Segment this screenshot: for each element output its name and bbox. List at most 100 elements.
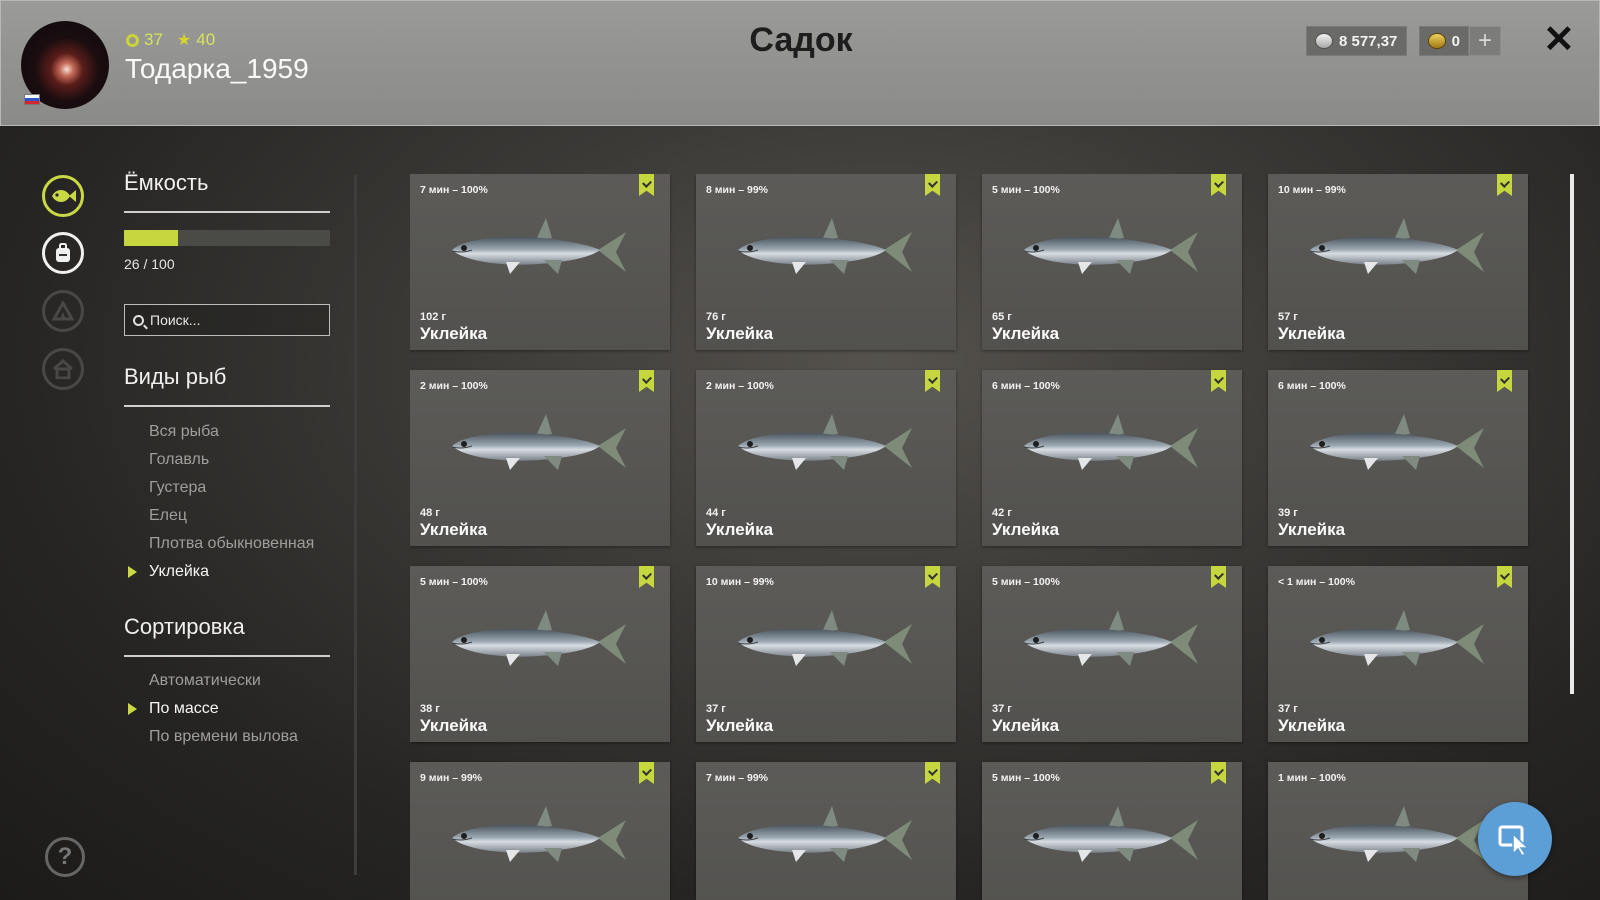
capacity-bar-fill: [124, 230, 178, 246]
russia-flag-icon: [24, 94, 40, 105]
catch-card[interactable]: 10 мин – 99% 37 г Уклейка: [696, 566, 956, 742]
catch-card[interactable]: 5 мин – 100% 65 г Уклейка: [982, 174, 1242, 350]
bookmark-icon[interactable]: [1211, 762, 1226, 784]
catch-time: 7 мин – 100%: [420, 184, 488, 196]
home-tab[interactable]: [42, 348, 84, 390]
bookmark-icon[interactable]: [1211, 566, 1226, 588]
catch-card[interactable]: 2 мин – 100% 48 г Уклейка: [410, 370, 670, 546]
catch-card[interactable]: 6 мин – 100% 42 г Уклейка: [982, 370, 1242, 546]
catch-weight: 57 г: [1278, 311, 1298, 323]
species-heading: Виды рыб: [124, 364, 227, 389]
catch-card[interactable]: 7 мин – 100% 102 г Уклейка: [410, 174, 670, 350]
catch-card[interactable]: 6 мин – 100% 39 г Уклейка: [1268, 370, 1528, 546]
species-option[interactable]: Плотва обыкновенная: [149, 530, 314, 558]
close-button[interactable]: ✕: [1543, 21, 1575, 59]
bleak-fish-icon: [737, 806, 912, 862]
camp-tab[interactable]: [42, 290, 84, 332]
catch-time: 2 мин – 100%: [420, 380, 488, 392]
backpack-tab[interactable]: [42, 232, 84, 274]
catch-time: 6 мин – 100%: [1278, 380, 1346, 392]
catch-card[interactable]: 2 мин – 100% 44 г Уклейка: [696, 370, 956, 546]
bookmark-icon[interactable]: [639, 566, 654, 588]
bleak-fish-icon: [1023, 414, 1198, 470]
catch-time: 10 мин – 99%: [1278, 184, 1346, 196]
species-option[interactable]: Густера: [149, 474, 314, 502]
catch-name: Уклейка: [420, 520, 488, 539]
bleak-fish-icon: [1309, 218, 1484, 274]
bleak-fish-icon: [1023, 806, 1198, 862]
species-option[interactable]: Уклейка: [127, 558, 314, 586]
rank-stat: ★ 40: [177, 30, 215, 50]
backpack-icon: [56, 243, 70, 262]
catch-name: Уклейка: [706, 716, 774, 735]
bleak-fish-icon: [1309, 806, 1484, 862]
bookmark-icon[interactable]: [639, 762, 654, 784]
catch-time: 5 мин – 100%: [992, 772, 1060, 784]
star-icon: ★: [176, 32, 192, 49]
catch-card[interactable]: 8 мин – 99% 76 г Уклейка: [696, 174, 956, 350]
search-icon: [133, 314, 144, 326]
player-stats: 37 ★ 40: [126, 30, 215, 50]
bookmark-icon[interactable]: [925, 566, 940, 588]
catch-time: < 1 мин – 100%: [1278, 576, 1355, 588]
bookmark-icon[interactable]: [1497, 174, 1512, 196]
capacity-bar: [124, 230, 330, 246]
bleak-fish-icon: [737, 610, 912, 666]
bleak-fish-icon: [451, 806, 626, 862]
bleak-fish-icon: [1023, 218, 1198, 274]
search-box[interactable]: [124, 304, 330, 336]
bookmark-icon[interactable]: [925, 174, 940, 196]
bookmark-icon[interactable]: [639, 370, 654, 392]
sort-list: Автоматически По массе По времени вылова: [128, 667, 298, 751]
catch-card[interactable]: 9 мин – 99%: [410, 762, 670, 900]
fish-icon: [52, 190, 76, 202]
catch-card[interactable]: 5 мин – 100% 37 г Уклейка: [982, 566, 1242, 742]
sort-option[interactable]: По массе: [128, 695, 298, 723]
sort-option[interactable]: Автоматически: [149, 667, 298, 695]
catch-time: 1 мин – 100%: [1278, 772, 1346, 784]
species-list: Вся рыба Голавль Густера Елец Плотва обыкнов…: [127, 418, 314, 586]
cursor-mode-button[interactable]: [1478, 802, 1552, 876]
bookmark-icon[interactable]: [639, 174, 654, 196]
catch-card[interactable]: 5 мин – 100%: [982, 762, 1242, 900]
catch-card[interactable]: 7 мин – 99%: [696, 762, 956, 900]
catch-name: Уклейка: [1278, 716, 1346, 735]
fish-tab[interactable]: [42, 175, 84, 217]
username: Тодарка_1959: [125, 53, 309, 84]
catch-time: 8 мин – 99%: [706, 184, 769, 196]
catch-time: 6 мин – 100%: [992, 380, 1060, 392]
bookmark-icon[interactable]: [1211, 370, 1226, 392]
grid-scrollbar[interactable]: [1570, 174, 1574, 694]
bookmark-icon[interactable]: [925, 370, 940, 392]
catch-name: Уклейка: [992, 520, 1060, 539]
help-button[interactable]: ?: [45, 837, 85, 877]
search-input[interactable]: [150, 312, 310, 328]
add-gold-button[interactable]: +: [1469, 26, 1501, 56]
species-divider: [124, 405, 330, 407]
catch-time: 5 мин – 100%: [420, 576, 488, 588]
catch-weight: 39 г: [1278, 507, 1298, 519]
bleak-fish-icon: [1309, 414, 1484, 470]
catch-name: Уклейка: [706, 520, 774, 539]
species-option[interactable]: Голавль: [149, 446, 314, 474]
catch-weight: 38 г: [420, 703, 440, 715]
bookmark-icon[interactable]: [1211, 174, 1226, 196]
sort-option[interactable]: По времени вылова: [149, 723, 298, 751]
bookmark-icon[interactable]: [1497, 370, 1512, 392]
catch-card[interactable]: 5 мин – 100% 38 г Уклейка: [410, 566, 670, 742]
cursor-icon: [1498, 825, 1530, 857]
catch-time: 9 мин – 99%: [420, 772, 483, 784]
capacity-heading: Ёмкость: [124, 170, 209, 195]
catch-time: 5 мин – 100%: [992, 184, 1060, 196]
species-option[interactable]: Елец: [149, 502, 314, 530]
catch-name: Уклейка: [706, 324, 774, 343]
bookmark-icon[interactable]: [1497, 566, 1512, 588]
catch-weight: 37 г: [706, 703, 726, 715]
catch-card[interactable]: 10 мин – 99% 57 г Уклейка: [1268, 174, 1528, 350]
catch-grid: 7 мин – 100% 102 г Уклейка 8 мин – 99% 76 …: [410, 174, 1550, 900]
bookmark-icon[interactable]: [925, 762, 940, 784]
sort-heading: Сортировка: [124, 614, 245, 639]
catch-card[interactable]: < 1 мин – 100% 37 г Уклейка: [1268, 566, 1528, 742]
catch-weight: 48 г: [420, 507, 440, 519]
species-option[interactable]: Вся рыба: [149, 418, 314, 446]
